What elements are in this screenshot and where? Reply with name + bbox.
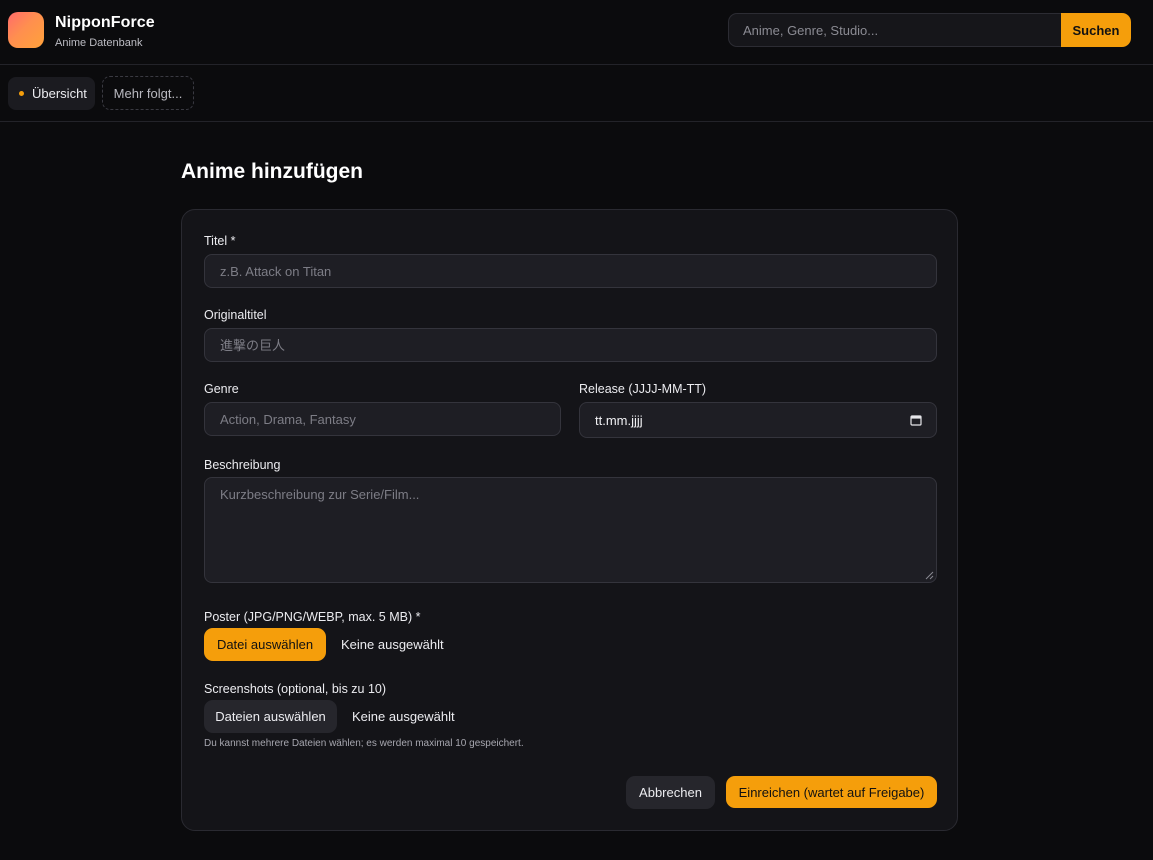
search-button[interactable]: Suchen	[1061, 13, 1131, 47]
search-bar: Suchen	[728, 13, 1131, 47]
release-date-input[interactable]: tt.mm.jjjj	[579, 402, 937, 438]
screenshots-choose-files-button[interactable]: Dateien auswählen	[204, 700, 337, 733]
original-title-label: Originaltitel	[204, 308, 267, 322]
poster-choose-file-button[interactable]: Datei auswählen	[204, 628, 326, 661]
poster-file-status: Keine ausgewählt	[341, 637, 444, 652]
main-nav: Übersicht Mehr folgt...	[0, 65, 1153, 122]
title-label: Titel *	[204, 234, 236, 248]
active-dot-icon	[19, 91, 24, 96]
app-header: NipponForce Anime Datenbank Suchen	[0, 0, 1153, 65]
brand-logo[interactable]	[8, 12, 44, 48]
screenshots-label: Screenshots (optional, bis zu 10)	[204, 682, 387, 696]
genre-label: Genre	[204, 382, 239, 396]
brand-name: NipponForce	[55, 14, 155, 31]
nav-tab-overview[interactable]: Übersicht	[8, 77, 95, 110]
release-label: Release (JJJJ-MM-TT)	[579, 382, 707, 396]
title-input[interactable]	[204, 254, 937, 288]
search-input[interactable]	[728, 13, 1061, 47]
calendar-icon[interactable]	[910, 414, 922, 426]
nav-tab-coming-soon[interactable]: Mehr folgt...	[102, 76, 194, 110]
brand-subtitle: Anime Datenbank	[55, 37, 143, 49]
release-date-value: tt.mm.jjjj	[595, 412, 643, 428]
screenshots-hint: Du kannst mehrere Dateien wählen; es wer…	[204, 738, 524, 749]
screenshots-file-status: Keine ausgewählt	[352, 709, 455, 724]
page-title: Anime hinzufügen	[181, 160, 363, 183]
genre-input[interactable]	[204, 402, 561, 436]
poster-label: Poster (JPG/PNG/WEBP, max. 5 MB) *	[204, 610, 421, 624]
original-title-input[interactable]	[204, 328, 937, 362]
add-anime-form: Titel * Originaltitel Genre Release (JJJ…	[181, 209, 958, 831]
nav-tab-label: Übersicht	[32, 86, 87, 101]
submit-button[interactable]: Einreichen (wartet auf Freigabe)	[726, 776, 937, 808]
description-textarea[interactable]	[204, 477, 937, 583]
cancel-button[interactable]: Abbrechen	[626, 776, 715, 809]
resize-handle-icon[interactable]	[925, 571, 934, 580]
description-label: Beschreibung	[204, 458, 281, 472]
